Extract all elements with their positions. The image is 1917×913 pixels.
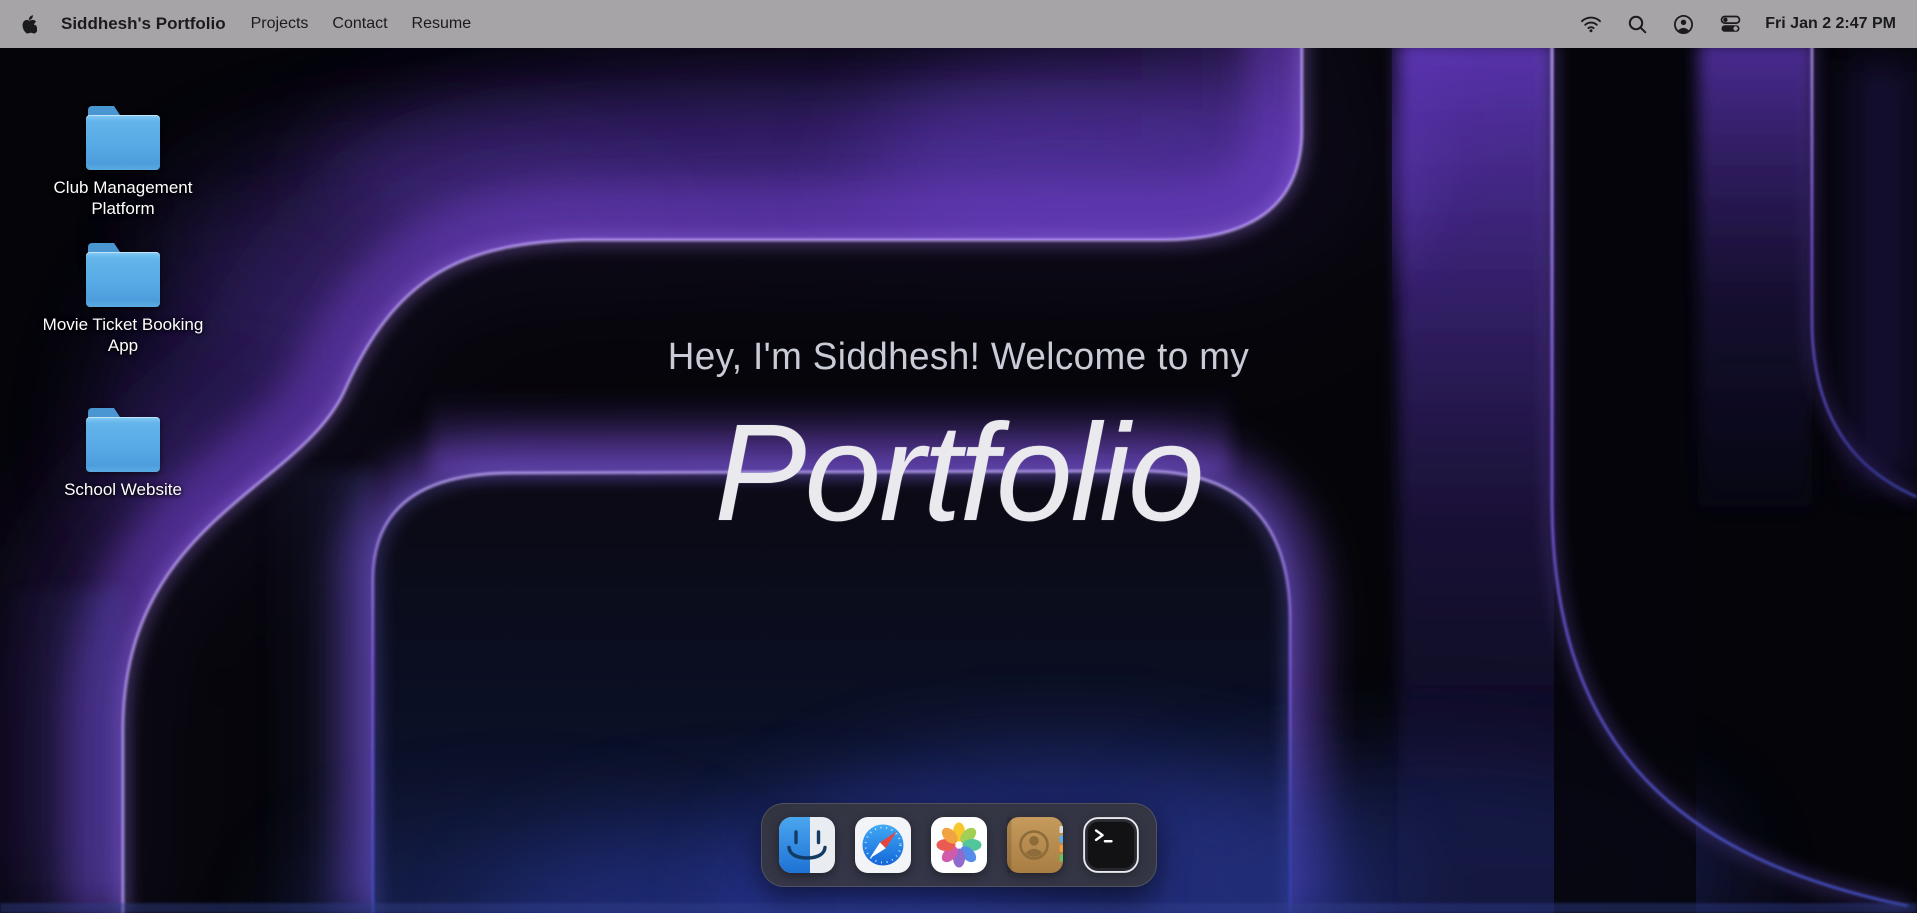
menu-clock[interactable]: Fri Jan 2 2:47 PM <box>1765 15 1896 33</box>
dock-app-contacts[interactable] <box>1007 817 1063 873</box>
photos-icon <box>931 817 987 873</box>
dock-app-safari[interactable] <box>855 817 911 873</box>
control-center-icon[interactable] <box>1720 15 1741 33</box>
safari-icon <box>855 817 911 873</box>
contacts-icon <box>1007 817 1063 873</box>
wifi-icon[interactable] <box>1580 15 1602 33</box>
folder-body <box>86 417 160 472</box>
desktop-screen: Siddhesh's Portfolio Projects Contact Re… <box>0 0 1917 913</box>
dock-app-photos[interactable] <box>931 817 987 873</box>
app-title: Siddhesh's Portfolio <box>61 14 226 34</box>
desktop-folder-club-management[interactable]: Club Management Platform <box>38 106 208 220</box>
desktop-folder-movie-ticket[interactable]: Movie Ticket Booking App <box>38 243 208 357</box>
search-icon[interactable] <box>1628 15 1647 34</box>
finder-icon <box>779 817 835 873</box>
folder-label: Movie Ticket Booking App <box>38 314 208 357</box>
folder-icon <box>86 243 160 307</box>
menu-bar-left: Siddhesh's Portfolio Projects Contact Re… <box>21 14 495 34</box>
menu-item-contact[interactable]: Contact <box>332 15 387 33</box>
menu-item-projects[interactable]: Projects <box>251 15 309 33</box>
desktop-folder-school-website[interactable]: School Website <box>38 408 208 500</box>
folder-body <box>86 115 160 170</box>
wallpaper <box>0 0 1917 913</box>
account-icon[interactable] <box>1673 14 1694 35</box>
menu-bar: Siddhesh's Portfolio Projects Contact Re… <box>0 0 1917 48</box>
menu-item-resume[interactable]: Resume <box>412 15 472 33</box>
folder-icon <box>86 408 160 472</box>
folder-label: Club Management Platform <box>38 177 208 220</box>
apple-logo-icon[interactable] <box>21 15 37 34</box>
dock-app-terminal[interactable] <box>1083 817 1139 873</box>
folder-body <box>86 252 160 307</box>
menu-bar-right: Fri Jan 2 2:47 PM <box>1554 14 1896 35</box>
dock <box>761 803 1157 887</box>
folder-label: School Website <box>64 479 182 500</box>
dock-app-finder[interactable] <box>779 817 835 873</box>
terminal-icon <box>1083 815 1139 875</box>
folder-icon <box>86 106 160 170</box>
